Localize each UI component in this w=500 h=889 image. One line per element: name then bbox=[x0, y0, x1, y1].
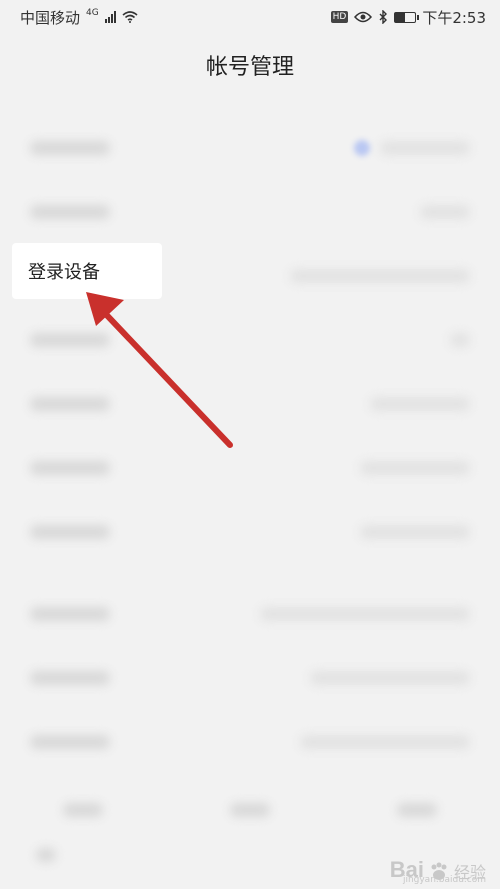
blurred-value bbox=[300, 735, 470, 749]
blurred-avatar bbox=[354, 140, 370, 156]
status-right: HD 下午2:53 bbox=[330, 7, 486, 28]
blurred-value bbox=[360, 525, 470, 539]
bluetooth-icon bbox=[379, 10, 388, 24]
blurred-bottom-item[interactable] bbox=[63, 803, 104, 817]
blurred-value bbox=[370, 397, 470, 411]
blurred-value bbox=[260, 607, 470, 621]
blurred-label bbox=[30, 333, 110, 347]
section-divider bbox=[0, 564, 500, 582]
battery-icon bbox=[394, 11, 420, 23]
blurred-label bbox=[30, 735, 110, 749]
blurred-label bbox=[30, 397, 110, 411]
blurred-bottom-item[interactable] bbox=[229, 803, 270, 817]
signal-icon bbox=[104, 11, 116, 23]
carrier-label: 中国移动 bbox=[20, 8, 81, 27]
blurred-text bbox=[380, 141, 470, 155]
list-item[interactable] bbox=[14, 436, 486, 500]
list-item[interactable] bbox=[14, 372, 486, 436]
account-settings-list bbox=[0, 96, 500, 774]
login-devices-label: 登录设备 bbox=[28, 262, 100, 283]
blurred-label bbox=[30, 525, 110, 539]
blurred-bottom-icon bbox=[36, 848, 56, 862]
blurred-value bbox=[310, 671, 470, 685]
blurred-value bbox=[290, 269, 470, 283]
blurred-label bbox=[30, 205, 110, 219]
hd-badge: HD bbox=[330, 11, 349, 23]
blurred-value bbox=[420, 205, 470, 219]
battery-fill bbox=[395, 12, 406, 22]
list-item[interactable] bbox=[14, 308, 486, 372]
status-left: 中国移动 4G bbox=[20, 7, 138, 28]
blurred-label bbox=[30, 141, 110, 155]
blurred-value bbox=[354, 140, 470, 156]
list-item[interactable] bbox=[14, 500, 486, 564]
watermark-url: jingyan.baidu.com bbox=[402, 875, 486, 885]
wifi-icon bbox=[122, 11, 138, 23]
blurred-label bbox=[30, 607, 110, 621]
login-devices-item[interactable]: 登录设备 bbox=[12, 243, 162, 299]
status-bar: 中国移动 4G HD 下午2:53 bbox=[0, 0, 500, 34]
list-item[interactable] bbox=[14, 180, 486, 244]
list-item[interactable] bbox=[14, 116, 486, 180]
blurred-bottom-item[interactable] bbox=[396, 803, 437, 817]
list-item[interactable] bbox=[14, 646, 486, 710]
list-item[interactable] bbox=[14, 710, 486, 774]
blurred-label bbox=[30, 671, 110, 685]
list-item[interactable] bbox=[14, 582, 486, 646]
time-label: 下午2:53 bbox=[422, 8, 486, 27]
eye-icon bbox=[354, 11, 373, 23]
blurred-value bbox=[450, 333, 470, 347]
bottom-bar bbox=[0, 790, 500, 830]
network-label: 4G bbox=[86, 8, 99, 18]
page-title: 帐号管理 bbox=[0, 34, 500, 96]
blurred-value bbox=[360, 461, 470, 475]
blurred-label bbox=[30, 461, 110, 475]
baidu-watermark: Bai 经验 jingyan.baidu.com bbox=[390, 857, 486, 885]
